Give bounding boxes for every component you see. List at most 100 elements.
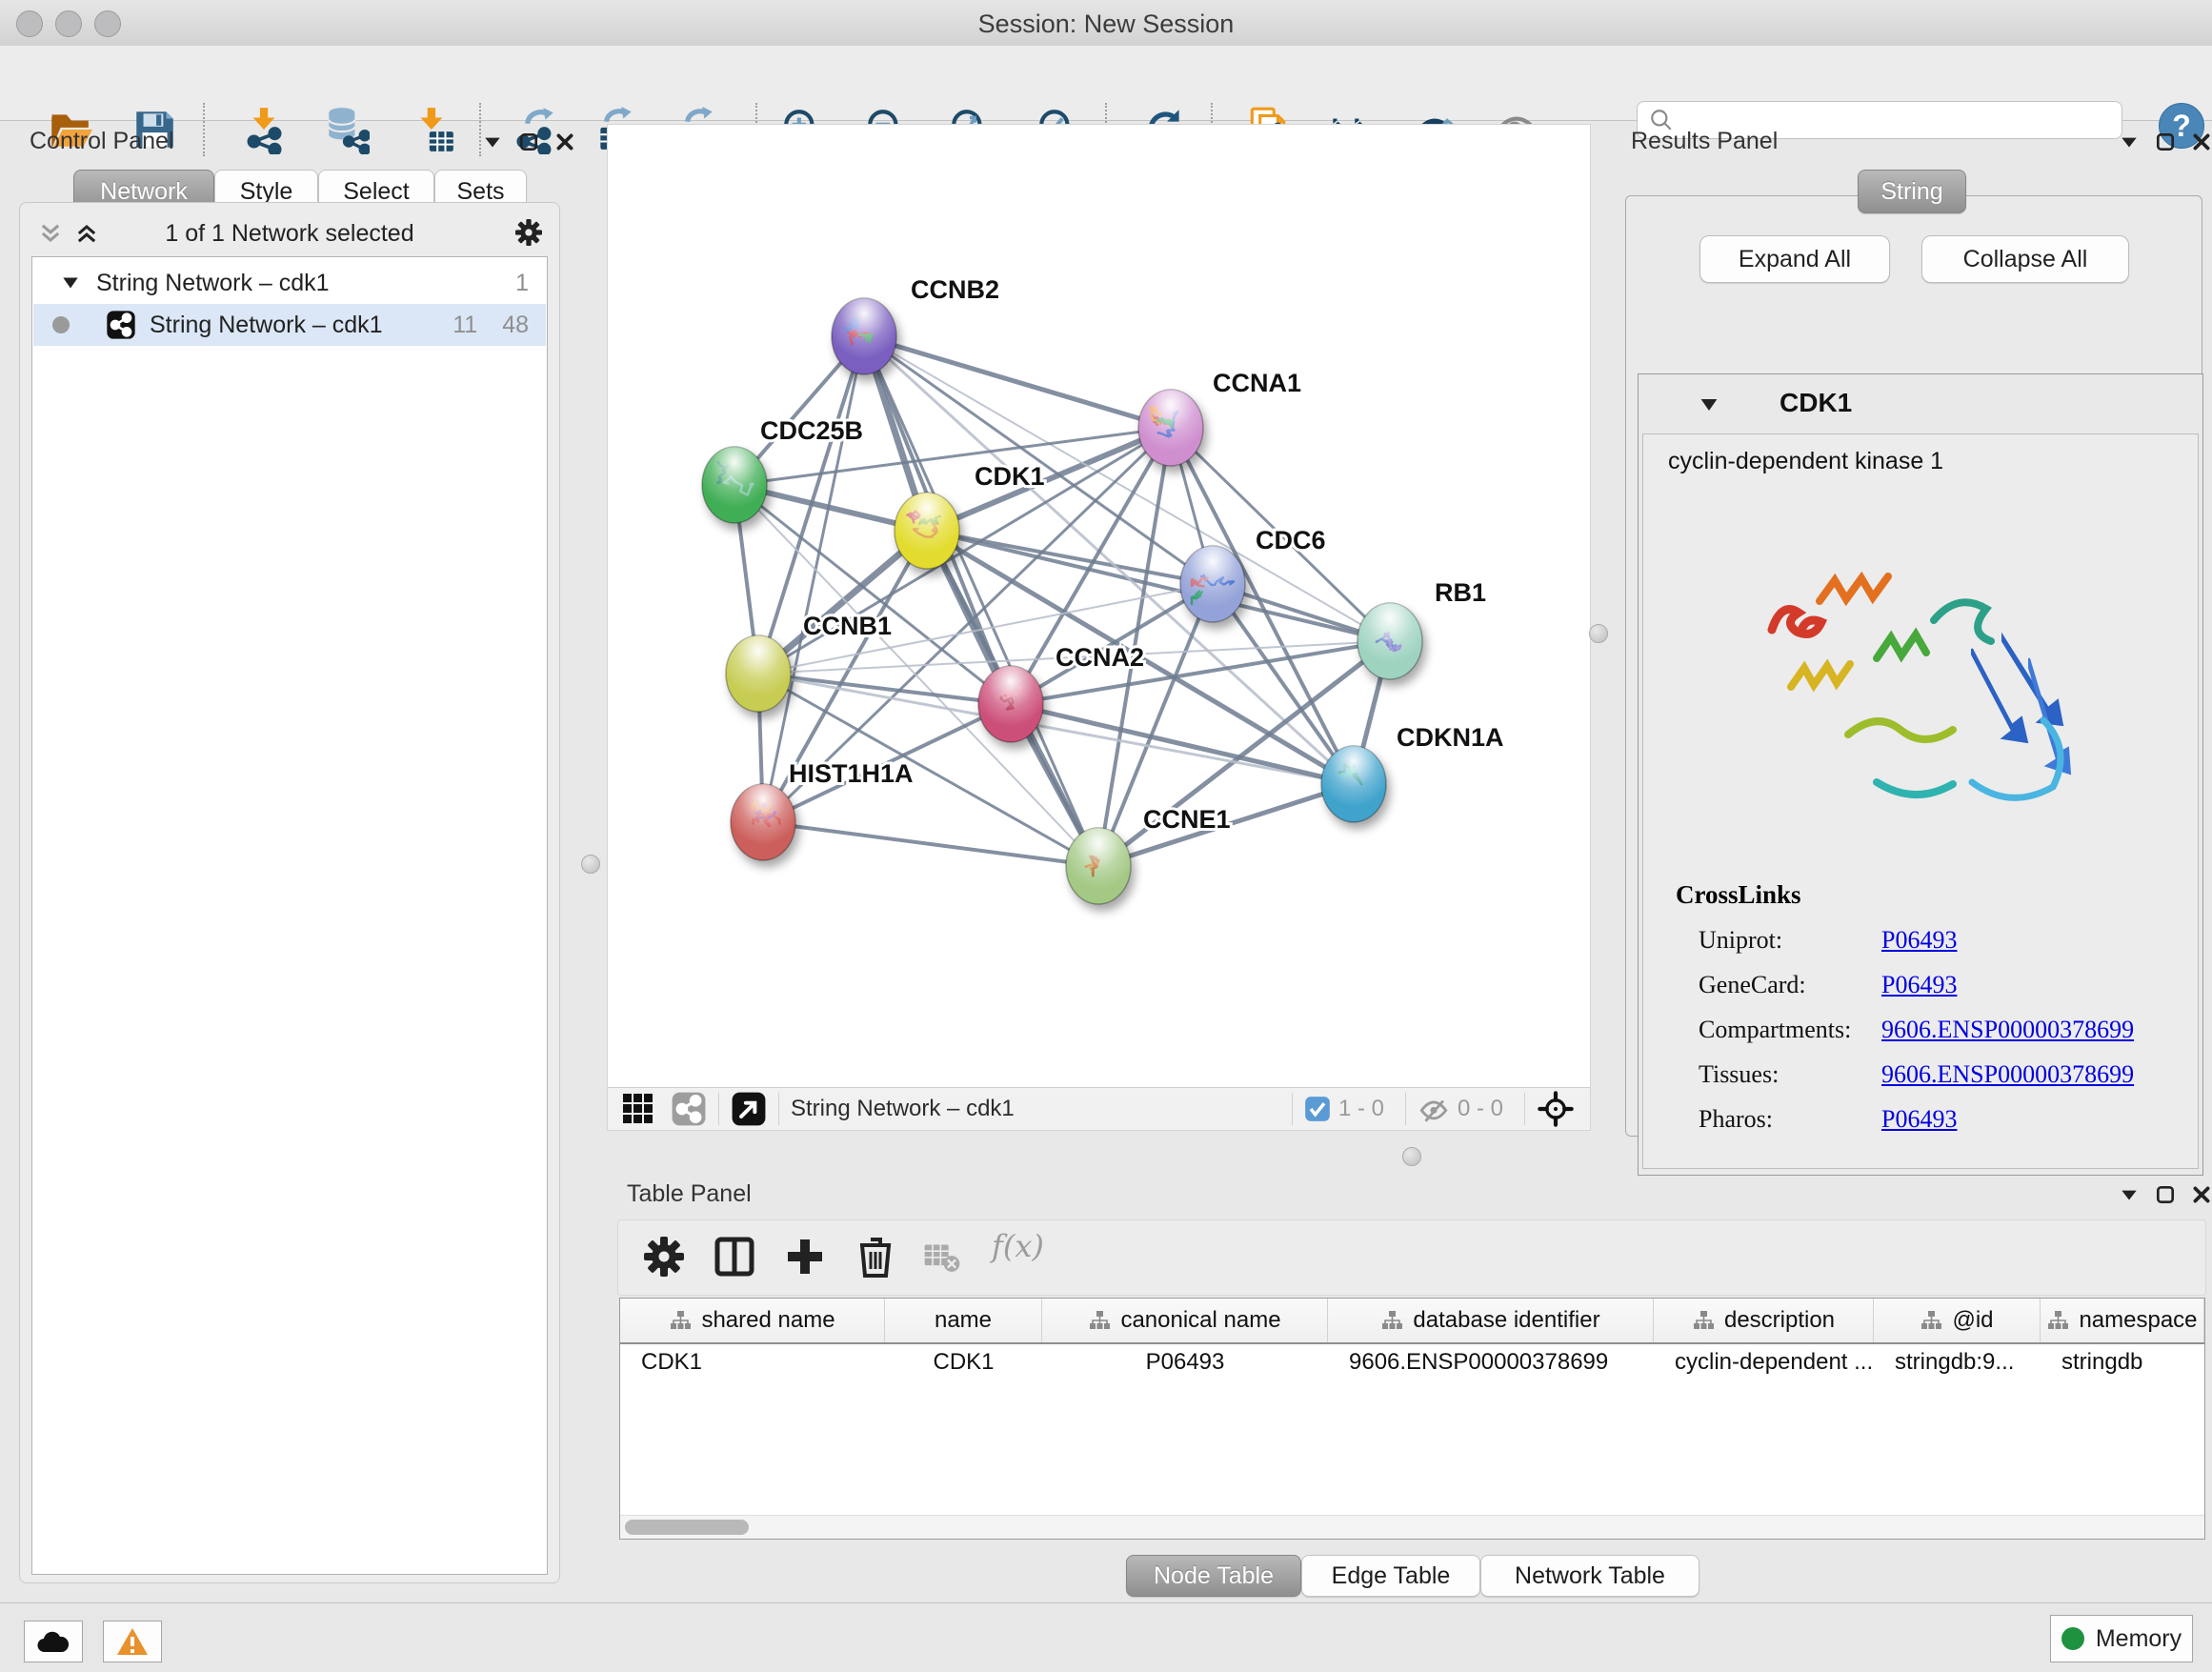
network-node-ccnb2[interactable]: CCNB2 xyxy=(832,275,999,374)
column-header-shared-name[interactable]: shared name xyxy=(620,1299,885,1342)
gene-section-header[interactable]: CDK1 xyxy=(1639,374,2202,433)
statusbar-separator xyxy=(1292,1093,1293,1125)
node-label-ccnb2: CCNB2 xyxy=(911,275,999,304)
birds-eye-view-icon[interactable] xyxy=(621,1092,655,1126)
panel-menu-icon[interactable] xyxy=(2119,1184,2140,1205)
tab-string[interactable]: String xyxy=(1858,170,1966,213)
network-graph[interactable]: CCNB2CCNA1CDC25BCDK1CDC6RB1CCNB1CCNA2CDK… xyxy=(608,125,1590,1088)
network-node-ccne1[interactable]: CCNE1 xyxy=(1066,805,1231,904)
crosslink-link[interactable]: P06493 xyxy=(1881,1105,1957,1134)
network-edge[interactable] xyxy=(864,336,1390,641)
crosslink-link[interactable]: P06493 xyxy=(1881,971,1957,999)
panel-menu-icon[interactable] xyxy=(482,131,503,152)
network-canvas[interactable]: CCNB2CCNA1CDC25BCDK1CDC6RB1CCNB1CCNA2CDK… xyxy=(607,124,1591,1089)
crosslinks-section: CrossLinks Uniprot:P06493GeneCard:P06493… xyxy=(1676,880,2134,1134)
tab-node-table[interactable]: Node Table xyxy=(1126,1555,1301,1597)
table-cell[interactable]: stringdb xyxy=(2041,1342,2204,1382)
crosslink-link[interactable]: 9606.ENSP00000378699 xyxy=(1881,1016,2134,1044)
crosslink-link[interactable]: 9606.ENSP00000378699 xyxy=(1881,1060,2134,1089)
table-horizontal-scrollbar[interactable] xyxy=(620,1515,2204,1539)
right-splitter-grip[interactable] xyxy=(1589,624,1608,643)
node-label-cdc6: CDC6 xyxy=(1256,526,1326,554)
section-collapse-icon[interactable] xyxy=(1698,393,1720,416)
crosslink-label: Uniprot: xyxy=(1699,926,1881,955)
panel-menu-icon[interactable] xyxy=(2119,131,2140,152)
detach-view-icon[interactable] xyxy=(731,1091,767,1127)
table-row[interactable]: CDK1CDK1P064939606.ENSP00000378699cyclin… xyxy=(620,1342,2204,1382)
node-label-cdkn1a: CDKN1A xyxy=(1397,723,1504,752)
collapse-all-button[interactable]: Collapse All xyxy=(1921,235,2129,283)
network-edge[interactable] xyxy=(763,336,864,822)
column-attribute-icon xyxy=(1088,1310,1111,1331)
column-header-database-identifier[interactable]: database identifier xyxy=(1328,1299,1654,1342)
crosslink-row: GeneCard:P06493 xyxy=(1676,971,2134,999)
hidden-eye-slash-icon[interactable] xyxy=(1418,1093,1450,1125)
network-collection-row[interactable]: String Network – cdk1 1 xyxy=(33,262,546,304)
left-splitter-grip[interactable] xyxy=(581,855,600,874)
delete-column-icon[interactable] xyxy=(853,1234,898,1279)
column-header-namespace[interactable]: namespace xyxy=(2041,1299,2204,1342)
crosslink-label: GeneCard: xyxy=(1699,971,1881,999)
table-cell[interactable]: CDK1 xyxy=(620,1342,885,1382)
tab-edge-table[interactable]: Edge Table xyxy=(1301,1555,1480,1597)
node-label-ccna2: CCNA2 xyxy=(1056,643,1144,672)
panel-float-icon[interactable] xyxy=(2155,1184,2176,1205)
column-header-label: @id xyxy=(1952,1307,1993,1334)
hidden-node-edge-counts: 0 - 0 xyxy=(1458,1096,1503,1122)
column-header-label: shared name xyxy=(701,1307,835,1334)
panel-close-icon[interactable] xyxy=(2191,1184,2212,1205)
network-node-ccna1[interactable]: CCNA1 xyxy=(1138,369,1301,466)
warnings-button[interactable] xyxy=(103,1621,162,1662)
string-results-body: Expand All Collapse All CDK1 cyclin-depe… xyxy=(1625,195,2202,1137)
table-cell[interactable]: P06493 xyxy=(1042,1342,1328,1382)
column-header-name[interactable]: name xyxy=(885,1299,1042,1342)
show-columns-icon[interactable] xyxy=(712,1234,757,1279)
network-node-cdkn1a[interactable]: CDKN1A xyxy=(1321,723,1504,822)
delete-table-icon[interactable] xyxy=(923,1239,961,1274)
panel-float-icon[interactable] xyxy=(2155,131,2176,152)
node-label-ccna1: CCNA1 xyxy=(1213,369,1301,397)
tab-network-table[interactable]: Network Table xyxy=(1480,1555,1699,1597)
selected-checkbox-icon[interactable] xyxy=(1304,1096,1331,1122)
table-header-row: shared name namecanonical namedatabase id… xyxy=(620,1299,2204,1344)
network-node-hist1h1a[interactable]: HIST1H1A xyxy=(731,759,914,860)
table-cell[interactable]: stringdb:9... xyxy=(1874,1342,2041,1382)
table-panel-header-icons xyxy=(2119,1184,2212,1205)
crosslink-row: Compartments:9606.ENSP00000378699 xyxy=(1676,1016,2134,1044)
horizontal-splitter-grip[interactable] xyxy=(1402,1147,1421,1166)
crosslink-link[interactable]: P06493 xyxy=(1881,926,1957,955)
network-edge[interactable] xyxy=(1011,704,1354,784)
table-options-gear-icon[interactable] xyxy=(641,1234,687,1279)
network-options-gear-icon[interactable] xyxy=(513,217,544,248)
scrollbar-thumb[interactable] xyxy=(625,1520,749,1535)
node-label-ccne1: CCNE1 xyxy=(1143,805,1231,834)
network-badge-icon[interactable] xyxy=(671,1091,707,1127)
column-attribute-icon xyxy=(1692,1310,1715,1331)
add-column-icon[interactable] xyxy=(782,1234,828,1279)
network-edge[interactable] xyxy=(864,336,1171,428)
cloud-status-button[interactable] xyxy=(24,1621,83,1662)
network-edge[interactable] xyxy=(758,674,1011,704)
panel-close-icon[interactable] xyxy=(2191,131,2212,152)
gene-name: CDK1 xyxy=(1780,388,1852,418)
column-header--id[interactable]: @id xyxy=(1874,1299,2041,1342)
network-row[interactable]: String Network – cdk1 11 48 xyxy=(33,304,546,346)
network-edge[interactable] xyxy=(763,822,1098,866)
network-node-rb1[interactable]: RB1 xyxy=(1357,578,1486,679)
statusbar-separator xyxy=(1405,1093,1406,1125)
panel-float-icon[interactable] xyxy=(518,131,539,152)
network-view-statusbar: String Network – cdk1 1 - 0 0 - 0 xyxy=(607,1087,1591,1131)
table-cell[interactable]: CDK1 xyxy=(885,1342,1042,1382)
expand-all-button[interactable]: Expand All xyxy=(1699,235,1890,283)
fit-content-crosshair-icon[interactable] xyxy=(1537,1090,1575,1128)
column-header-canonical-name[interactable]: canonical name xyxy=(1042,1299,1328,1342)
column-header-description[interactable]: description xyxy=(1654,1299,1874,1342)
panel-close-icon[interactable] xyxy=(554,131,575,152)
tree-expander-icon[interactable] xyxy=(60,272,81,293)
table-cell[interactable]: cyclin-dependent ... xyxy=(1654,1342,1874,1382)
control-panel-header-icons xyxy=(482,131,575,152)
memory-button[interactable]: Memory xyxy=(2050,1615,2193,1662)
network-view-title: String Network – cdk1 xyxy=(791,1096,1015,1122)
warning-icon xyxy=(116,1627,149,1656)
table-cell[interactable]: 9606.ENSP00000378699 xyxy=(1328,1342,1654,1382)
